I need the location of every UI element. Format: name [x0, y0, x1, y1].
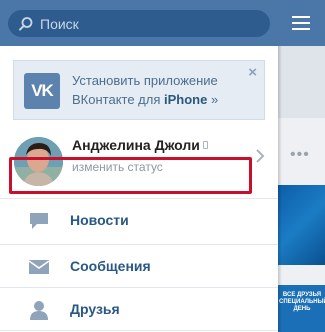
divider — [0, 287, 278, 288]
background-banner-text: ВСЕ ДРУЗЬЯ СПЕЦИАЛЬНЫЙ ДЕНЬ — [279, 292, 325, 312]
search-box[interactable] — [8, 10, 270, 37]
person-icon — [28, 300, 50, 320]
speech-bubble-icon — [28, 211, 50, 231]
promo-line2-suffix: » — [207, 92, 219, 107]
divider — [0, 198, 278, 199]
nav-item-friends[interactable]: Друзья — [0, 289, 278, 331]
envelope-icon — [28, 257, 50, 277]
nav-item-news[interactable]: Новости — [0, 200, 278, 242]
app-promo-banner[interactable]: VK Установить приложение ВКонтакте для i… — [13, 60, 265, 120]
promo-platform: iPhone — [164, 92, 208, 107]
search-icon — [18, 16, 34, 32]
mobile-phone-icon — [202, 141, 208, 149]
search-input[interactable] — [40, 15, 240, 32]
profile-name-text: Анджелина Джоли — [72, 137, 200, 153]
more-dots-icon: ••• — [290, 146, 310, 163]
promo-line2-prefix: ВКонтакте для — [72, 92, 164, 107]
highlight-box — [9, 157, 252, 194]
divider — [0, 244, 278, 245]
nav-item-label: Друзья — [70, 301, 120, 317]
vk-logo: VK — [24, 73, 60, 109]
close-icon[interactable]: × — [248, 64, 257, 81]
menu-icon[interactable] — [292, 16, 310, 30]
top-bar — [0, 0, 325, 46]
chevron-right-icon[interactable] — [255, 149, 265, 163]
nav-item-label: Сообщения — [70, 258, 151, 274]
drawer-shadow — [278, 46, 282, 332]
promo-line1: Установить приложение — [72, 73, 218, 88]
promo-text: Установить приложение ВКонтакте для iPho… — [72, 71, 252, 109]
background-block — [278, 46, 325, 118]
background-image — [278, 185, 325, 265]
promo-line2: ВКонтакте для iPhone » — [72, 90, 252, 109]
divider — [0, 330, 278, 331]
nav-item-label: Новости — [70, 212, 129, 228]
nav-item-messages[interactable]: Сообщения — [0, 246, 278, 288]
profile-name: Анджелина Джоли — [72, 137, 208, 153]
